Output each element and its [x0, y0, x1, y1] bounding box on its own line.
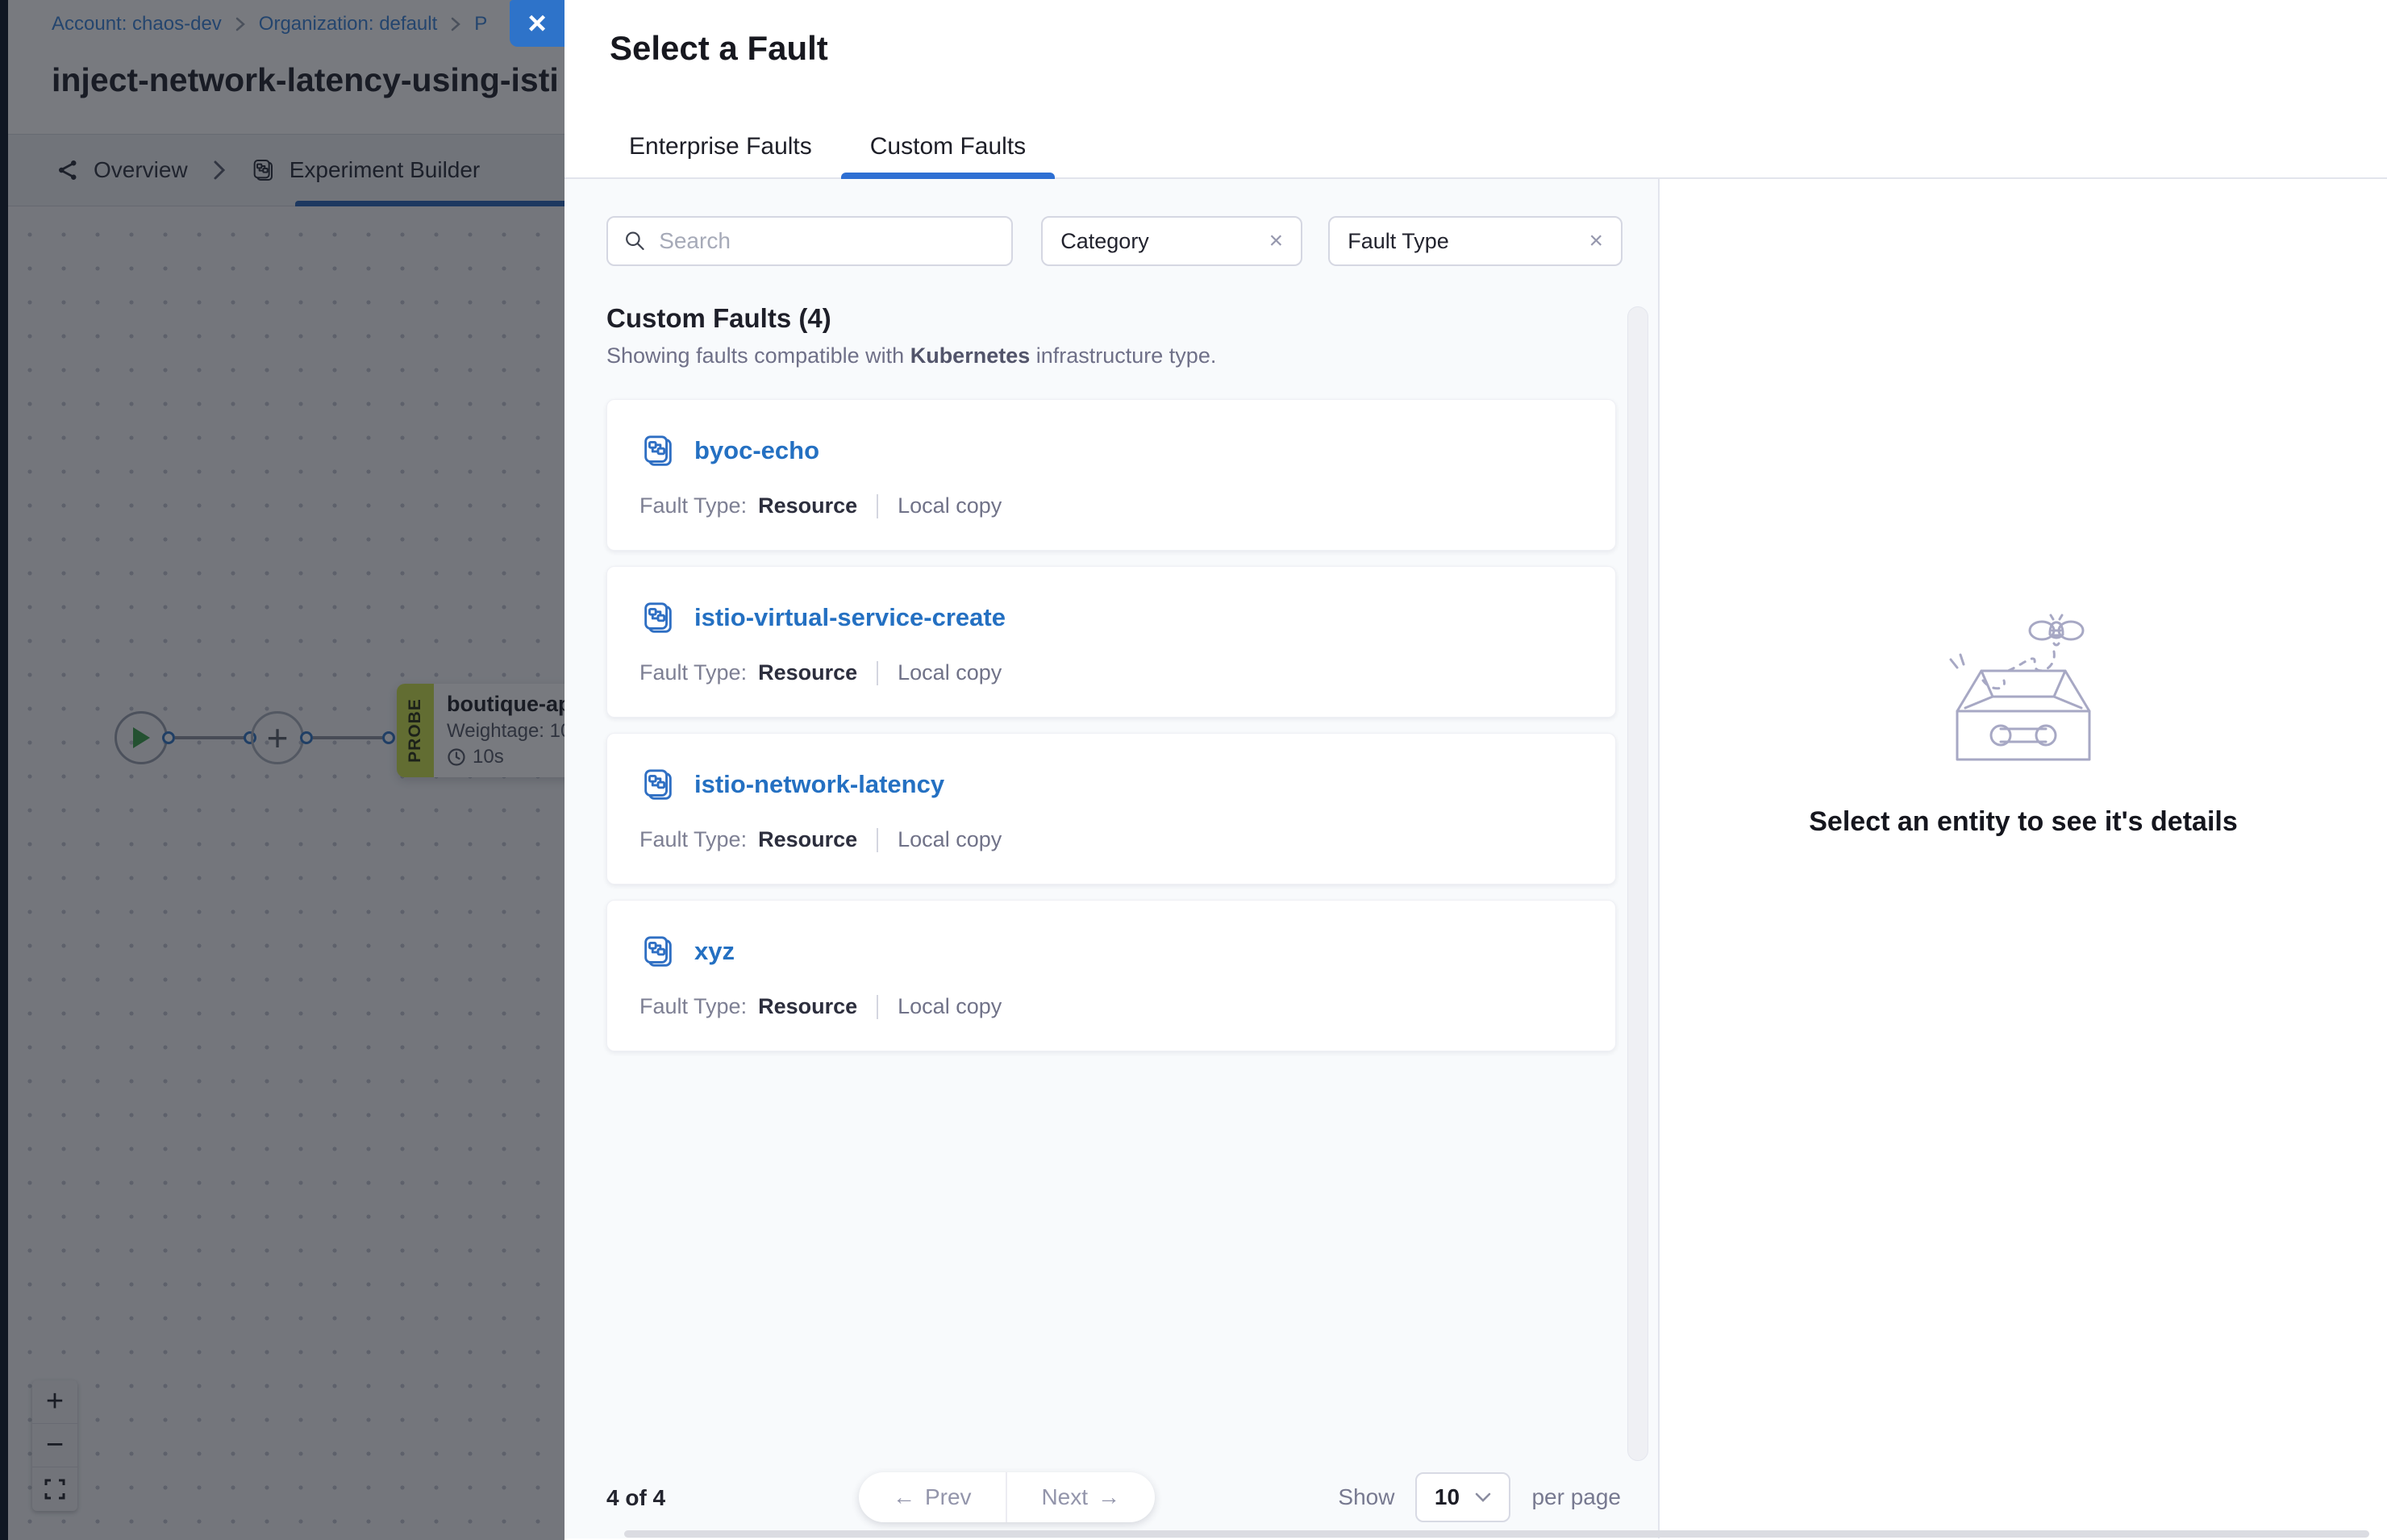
- page-size-group: Show 10 per page: [1338, 1472, 1621, 1522]
- fault-card-byoc-echo[interactable]: byoc-echo Fault Type: Resource Local cop…: [606, 399, 1616, 551]
- meta-divider: [877, 828, 878, 852]
- search-box[interactable]: [606, 216, 1013, 266]
- tab-custom-faults[interactable]: Custom Faults: [841, 116, 1055, 177]
- tab-enterprise-faults[interactable]: Enterprise Faults: [600, 116, 841, 177]
- category-filter[interactable]: Category ×: [1041, 216, 1302, 266]
- close-drawer-button[interactable]: ×: [510, 0, 564, 47]
- filter-row: Category × Fault Type ×: [564, 179, 1658, 266]
- pagination-count: 4 of 4: [606, 1485, 665, 1511]
- compatibility-note: Showing faults compatible with Kubernete…: [606, 343, 1616, 368]
- fault-type-filter[interactable]: Fault Type ×: [1328, 216, 1623, 266]
- fault-meta: Fault Type: Resource Local copy: [639, 994, 1583, 1019]
- fault-meta: Fault Type: Resource Local copy: [639, 493, 1583, 518]
- pagination-bar: 4 of 4 ← Prev Next → Show: [606, 1472, 1621, 1524]
- clear-fault-type-icon[interactable]: ×: [1589, 227, 1603, 255]
- meta-divider: [877, 661, 878, 685]
- meta-divider: [877, 995, 878, 1019]
- per-page-label: per page: [1531, 1484, 1621, 1510]
- fault-list-pane: Category × Fault Type × Custom Faults (4…: [564, 179, 1660, 1538]
- drawer-body: Category × Fault Type × Custom Faults (4…: [564, 179, 2387, 1538]
- fault-card-istio-virtual-service-create[interactable]: istio-virtual-service-create Fault Type:…: [606, 566, 1616, 718]
- custom-faults-heading: Custom Faults (4): [606, 303, 1616, 334]
- fault-card-istio-network-latency[interactable]: istio-network-latency Fault Type: Resour…: [606, 733, 1616, 884]
- show-label: Show: [1338, 1484, 1394, 1510]
- arrow-right-icon: →: [1098, 1484, 1120, 1510]
- fault-card-list: byoc-echo Fault Type: Resource Local cop…: [564, 368, 1658, 1051]
- drawer-header: Select a Fault Enterprise Faults Custom …: [564, 0, 2387, 179]
- custom-fault-icon: [639, 766, 677, 803]
- fault-meta: Fault Type: Resource Local copy: [639, 660, 1583, 685]
- fault-source-tabs: Enterprise Faults Custom Faults: [600, 116, 1055, 177]
- page-size-select[interactable]: 10: [1415, 1472, 1510, 1522]
- horizontal-scrollbar[interactable]: [624, 1530, 2369, 1538]
- chevron-down-icon: [1474, 1492, 1492, 1503]
- select-fault-drawer: × Select a Fault Enterprise Faults Custo…: [564, 0, 2387, 1540]
- drawer-title: Select a Fault: [610, 29, 828, 68]
- empty-state-message: Select an entity to see it's details: [1809, 806, 2238, 838]
- custom-fault-icon: [639, 933, 677, 970]
- list-section-header: Custom Faults (4) Showing faults compati…: [564, 266, 1658, 368]
- custom-fault-icon: [639, 432, 677, 469]
- custom-fault-icon: [639, 599, 677, 636]
- search-icon: [624, 229, 646, 253]
- next-page-button[interactable]: Next →: [1007, 1472, 1156, 1522]
- pagination-controls: ← Prev Next →: [859, 1472, 1155, 1522]
- search-input[interactable]: [659, 228, 995, 254]
- prev-page-button[interactable]: ← Prev: [859, 1472, 1007, 1522]
- list-scrollbar[interactable]: [1627, 306, 1648, 1461]
- fault-name-link[interactable]: byoc-echo: [694, 436, 819, 465]
- close-icon: ×: [527, 7, 546, 40]
- fault-card-xyz[interactable]: xyz Fault Type: Resource Local copy: [606, 900, 1616, 1051]
- clear-category-icon[interactable]: ×: [1269, 227, 1284, 255]
- fault-name-link[interactable]: istio-virtual-service-create: [694, 603, 1006, 632]
- screen: Account: chaos-dev Organization: default…: [0, 0, 2387, 1540]
- fault-name-link[interactable]: istio-network-latency: [694, 770, 944, 799]
- empty-state-illustration: [1927, 613, 2120, 766]
- arrow-left-icon: ←: [893, 1484, 915, 1510]
- active-tab-underline: [841, 173, 1055, 179]
- fault-detail-pane: Select an entity to see it's details: [1660, 179, 2387, 1538]
- fault-name-link[interactable]: xyz: [694, 937, 735, 966]
- meta-divider: [877, 494, 878, 518]
- fault-meta: Fault Type: Resource Local copy: [639, 827, 1583, 852]
